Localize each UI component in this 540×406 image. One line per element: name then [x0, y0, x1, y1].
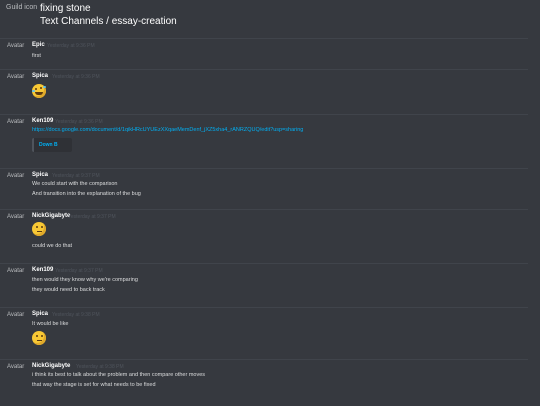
avatar[interactable]: Avatar [7, 173, 24, 179]
timestamp: Yesterday at 9:37 PM [52, 173, 100, 179]
message-text: first [32, 53, 41, 59]
timestamp: Yesterday at 9:37 PM [55, 268, 103, 274]
message-text: that way the stage is set for what needs… [32, 382, 156, 388]
message: Avatar Spica Yesterday at 9:36 PM [0, 69, 528, 115]
author-name[interactable]: Spica [32, 172, 48, 178]
message: Avatar Spica Yesterday at 9:38 PM It wou… [0, 307, 528, 360]
thinking-face-emoji [32, 331, 46, 345]
author-name[interactable]: Ken109 [32, 118, 53, 124]
message-text: then would they know why we're comparing [32, 277, 138, 283]
message-text: they would need to back track [32, 287, 105, 293]
message-link[interactable]: https://docs.google.com/document/d/1qikH… [32, 127, 303, 133]
avatar[interactable]: Avatar [7, 119, 24, 125]
message-text: i think its best to talk about the probl… [32, 372, 206, 378]
message-text: We could start with the comparison [32, 181, 118, 187]
timestamp: Yesterday at 9:36 PM [52, 74, 100, 80]
avatar[interactable]: Avatar [7, 312, 24, 318]
author-name[interactable]: NickGigabyte [32, 213, 70, 219]
avatar[interactable]: Avatar [7, 43, 24, 49]
embed-title[interactable]: Down B [39, 142, 58, 148]
rolling-on-floor-laughing-emoji [32, 84, 46, 98]
message: Avatar Ken109 Yesterday at 9:36 PM https… [0, 114, 528, 169]
guild-icon[interactable]: Guild icon [6, 4, 37, 11]
author-name[interactable]: NickGigabyte [32, 363, 70, 369]
timestamp: Yesterday at 9:37 PM [68, 214, 116, 220]
timestamp: Yesterday at 9:36 PM [55, 119, 103, 125]
channel-header: Guild icon fixing stone Text Channels / … [0, 0, 540, 34]
link-embed[interactable]: Down B [32, 138, 72, 152]
message: Avatar Ken109 Yesterday at 9:37 PM then … [0, 263, 528, 308]
message-text: And transition into the explanation of t… [32, 191, 141, 197]
message-list: Avatar Epic Yesterday at 9:36 PM first A… [0, 38, 540, 405]
message: Avatar Epic Yesterday at 9:36 PM first [0, 38, 528, 70]
author-name[interactable]: Ken109 [32, 267, 53, 273]
guild-name: fixing stone [40, 3, 91, 14]
avatar[interactable]: Avatar [7, 74, 24, 80]
message: Avatar NickGigabyte Yesterday at 9:38 PM… [0, 359, 528, 406]
channel-path: Text Channels / essay-creation [40, 16, 177, 27]
thinking-face-emoji [32, 222, 46, 236]
timestamp: Yesterday at 9:38 PM [52, 312, 100, 318]
avatar[interactable]: Avatar [7, 214, 24, 220]
avatar[interactable]: Avatar [7, 268, 24, 274]
message: Avatar Spica Yesterday at 9:37 PM We cou… [0, 168, 528, 210]
author-name[interactable]: Epic [32, 42, 45, 48]
timestamp: Yesterday at 9:36 PM [47, 43, 95, 49]
timestamp: Yesterday at 9:38 PM [76, 364, 124, 370]
author-name[interactable]: Spica [32, 73, 48, 79]
message: Avatar NickGigabyte Yesterday at 9:37 PM… [0, 209, 528, 264]
message-text: could we do that [32, 243, 73, 249]
author-name[interactable]: Spica [32, 311, 48, 317]
message-text: It would be like [32, 321, 69, 327]
avatar[interactable]: Avatar [7, 364, 24, 370]
